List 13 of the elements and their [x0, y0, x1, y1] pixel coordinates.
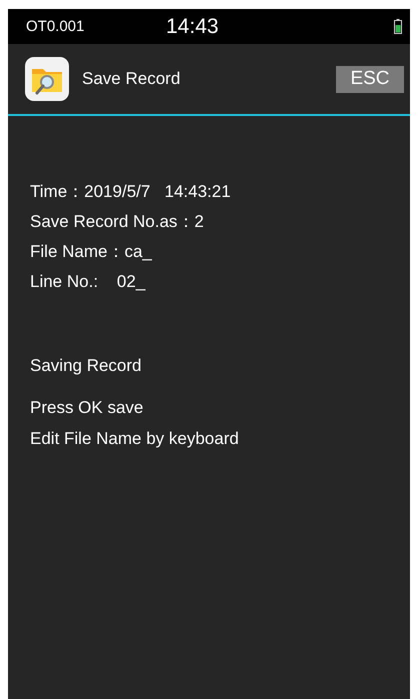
device-label: OT0.001: [26, 18, 86, 35]
record-detail: Save Record No.as：2: [30, 212, 205, 232]
esc-button[interactable]: ESC: [336, 66, 404, 92]
screen-title: Save Record: [82, 69, 182, 89]
record-detail: Line No.: 02_: [30, 272, 146, 292]
record-detail: Time：2019/5/7 14:43:21: [30, 182, 232, 202]
saving-status: Saving Record: [30, 356, 143, 376]
instruction-text: Press OK save: [30, 398, 144, 418]
instruction-text: Edit File Name by keyboard: [30, 429, 240, 449]
record-detail: File Name：ca_: [30, 242, 153, 262]
clock-time: 14:43: [166, 14, 220, 38]
battery-icon: [394, 19, 402, 34]
folder-search-icon: [25, 57, 69, 101]
